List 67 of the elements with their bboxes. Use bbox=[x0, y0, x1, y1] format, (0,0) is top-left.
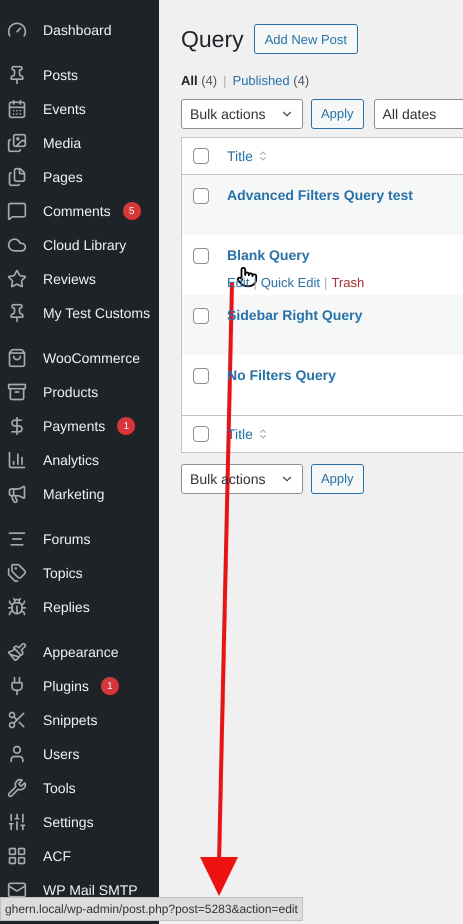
status-bar-tooltip: ghern.local/wp-admin/post.php?post=5283&action=edit bbox=[0, 897, 303, 921]
apply-button[interactable]: Apply bbox=[311, 99, 364, 129]
row-action-link[interactable]: Trash bbox=[331, 273, 364, 292]
scissors-icon bbox=[7, 710, 27, 730]
checkbox[interactable] bbox=[193, 308, 209, 324]
filter-link[interactable]: Published (4) bbox=[232, 70, 310, 90]
bag-icon bbox=[7, 348, 27, 368]
checkbox[interactable] bbox=[193, 148, 209, 164]
wrench-icon bbox=[7, 778, 27, 798]
separator: | bbox=[253, 274, 257, 292]
sidebar-item[interactable]: Tools bbox=[0, 771, 159, 805]
post-title-link[interactable]: Advanced Filters Query test bbox=[227, 185, 413, 206]
sidebar-item[interactable]: Payments 1 bbox=[0, 409, 159, 443]
sidebar-item[interactable]: Pages bbox=[0, 160, 159, 194]
sidebar-item[interactable]: Comments 5 bbox=[0, 194, 159, 228]
sidebar-item[interactable]: Cloud Library bbox=[0, 228, 159, 262]
mail-icon bbox=[7, 880, 27, 900]
post-title-link[interactable]: Blank Query bbox=[227, 245, 364, 266]
checkbox[interactable] bbox=[193, 248, 209, 264]
calendar-icon bbox=[7, 99, 27, 119]
star-icon bbox=[7, 269, 27, 289]
bar-chart-icon bbox=[7, 450, 27, 470]
sidebar-item[interactable]: Dashboard bbox=[0, 13, 159, 47]
sidebar-item[interactable]: Topics bbox=[0, 556, 159, 590]
speech-bubble-icon bbox=[7, 201, 27, 221]
box-icon bbox=[7, 382, 27, 402]
count-badge: 1 bbox=[117, 417, 136, 435]
bulk-actions-select[interactable]: Bulk actions bbox=[181, 99, 303, 129]
dates-select[interactable]: All dates bbox=[374, 99, 463, 129]
tags-icon bbox=[7, 563, 27, 583]
sidebar-item[interactable]: WooCommerce bbox=[0, 341, 159, 375]
sidebar-item[interactable]: Reviews bbox=[0, 262, 159, 296]
sidebar-item[interactable]: Events bbox=[0, 92, 159, 126]
add-new-post-button[interactable]: Add New Post bbox=[254, 24, 358, 54]
count-badge: 1 bbox=[100, 677, 119, 695]
separator: | bbox=[223, 72, 227, 90]
sidebar-item[interactable]: Posts bbox=[0, 58, 159, 92]
apply-button[interactable]: Apply bbox=[311, 464, 364, 494]
brush-icon bbox=[7, 642, 27, 662]
sidebar-item[interactable]: Settings bbox=[0, 805, 159, 839]
sidebar-item[interactable]: Media bbox=[0, 126, 159, 160]
grid-icon bbox=[7, 846, 27, 866]
column-header[interactable]: Title bbox=[227, 146, 269, 166]
count-badge: 5 bbox=[122, 202, 141, 220]
sidebar-item[interactable]: Marketing bbox=[0, 477, 159, 511]
sidebar-item[interactable]: Products bbox=[0, 375, 159, 409]
pages-icon bbox=[7, 167, 27, 187]
row-action-link[interactable]: Quick Edit bbox=[260, 273, 320, 292]
sidebar-item[interactable]: Appearance bbox=[0, 635, 159, 669]
sidebar-item[interactable]: ACF bbox=[0, 839, 159, 873]
sidebar-item[interactable]: My Test Customs bbox=[0, 296, 159, 330]
sidebar-item[interactable]: Forums bbox=[0, 522, 159, 556]
separator: | bbox=[324, 274, 328, 292]
sidebar-item[interactable]: Analytics bbox=[0, 443, 159, 477]
checkbox[interactable] bbox=[193, 368, 209, 384]
sliders-icon bbox=[7, 812, 27, 832]
sidebar-item[interactable]: Users bbox=[0, 737, 159, 771]
page-title: Query bbox=[181, 25, 244, 54]
megaphone-icon bbox=[7, 484, 27, 504]
checkbox[interactable] bbox=[193, 188, 209, 204]
checkbox[interactable] bbox=[193, 426, 209, 442]
filter-link[interactable]: All (4) bbox=[181, 70, 218, 90]
media-icon bbox=[7, 133, 27, 153]
sidebar-item[interactable]: Snippets bbox=[0, 703, 159, 737]
sidebar-item[interactable]: Replies bbox=[0, 590, 159, 624]
bug-icon bbox=[7, 597, 27, 617]
sidebar-item[interactable]: Plugins 1 bbox=[0, 669, 159, 703]
